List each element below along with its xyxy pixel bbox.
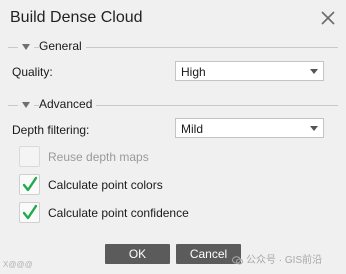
dialog-title: Build Dense Cloud [10, 9, 143, 26]
ok-button[interactable]: OK [105, 244, 170, 264]
depth-filtering-dropdown[interactable]: Mild [175, 118, 324, 138]
chevron-down-icon [310, 69, 318, 74]
checkmark-icon [22, 204, 38, 220]
wechat-icon [232, 256, 243, 265]
close-icon[interactable] [320, 10, 336, 26]
group-divider [8, 105, 18, 106]
quality-label: Quality: [12, 65, 53, 79]
calculate-point-colors-label: Calculate point colors [48, 178, 163, 192]
calculate-point-colors-checkbox[interactable] [19, 174, 40, 195]
depth-filtering-label: Depth filtering: [12, 123, 90, 137]
calculate-point-confidence-checkbox[interactable] [19, 202, 40, 223]
reuse-depth-maps-label: Reuse depth maps [48, 150, 149, 164]
watermark-left: X@@@ [3, 260, 33, 269]
quality-value: High [181, 65, 206, 79]
watermark-right: 公众号 · GIS前沿 [232, 251, 322, 266]
general-group-header[interactable]: General [8, 39, 338, 55]
collapse-arrow-icon [22, 102, 30, 108]
general-group-title: General [39, 39, 86, 53]
calculate-point-confidence-label: Calculate point confidence [48, 206, 189, 220]
depth-filtering-value: Mild [181, 122, 204, 136]
reuse-depth-maps-checkbox[interactable] [19, 146, 40, 167]
quality-dropdown[interactable]: High [175, 61, 324, 81]
build-dense-cloud-dialog: Build Dense Cloud General Quality: High [0, 0, 346, 274]
advanced-group: Advanced [8, 97, 338, 117]
checkmark-icon [22, 176, 38, 192]
advanced-group-header[interactable]: Advanced [8, 97, 338, 113]
chevron-down-icon [310, 126, 318, 131]
watermark-right-text: 公众号 · GIS前沿 [246, 255, 323, 266]
advanced-group-title: Advanced [39, 97, 97, 111]
group-divider [8, 47, 18, 48]
collapse-arrow-icon [22, 44, 30, 50]
